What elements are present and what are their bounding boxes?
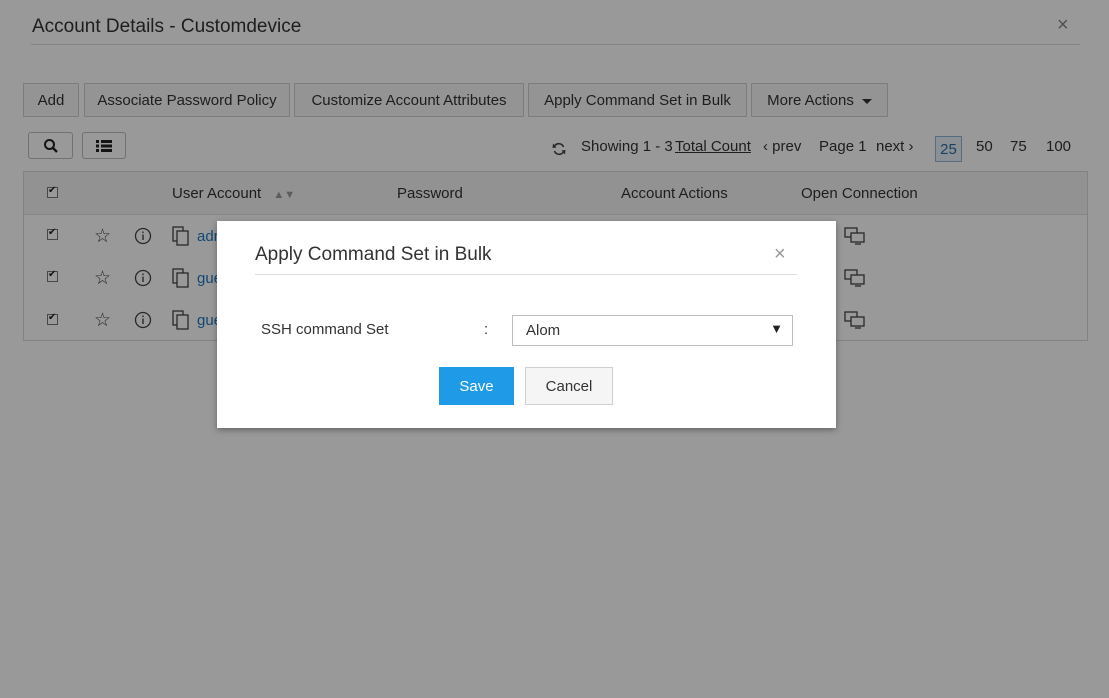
dialog-divider <box>255 274 797 275</box>
close-icon[interactable]: × <box>774 243 786 266</box>
cancel-button[interactable]: Cancel <box>525 367 613 405</box>
ssh-command-set-label: SSH command Set <box>261 321 389 338</box>
save-button[interactable]: Save <box>439 367 514 405</box>
ssh-command-set-select[interactable]: Alom ▼ <box>512 315 793 346</box>
dropdown-arrow-icon: ▼ <box>770 321 783 336</box>
select-value: Alom <box>526 322 561 339</box>
dialog-title: Apply Command Set in Bulk <box>255 244 492 265</box>
field-colon: : <box>484 321 489 338</box>
apply-command-set-dialog: Apply Command Set in Bulk × SSH command … <box>217 221 836 428</box>
